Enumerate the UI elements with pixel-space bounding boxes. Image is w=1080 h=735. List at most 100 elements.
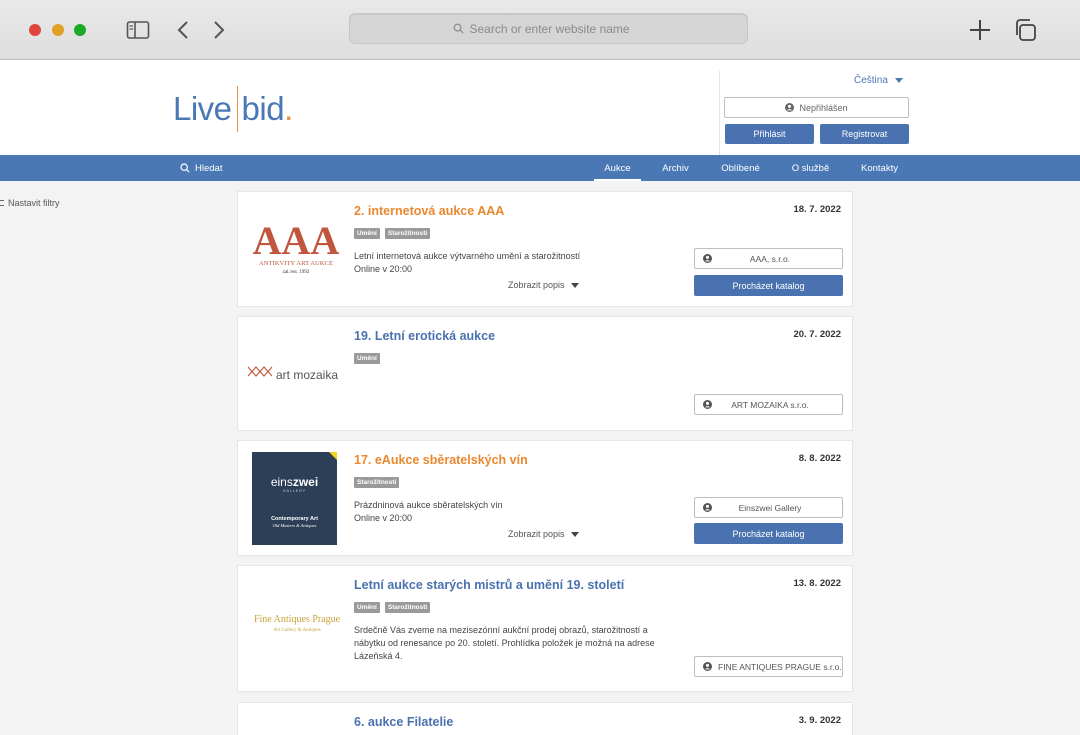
tag-list: Starožitnosti bbox=[354, 477, 400, 488]
register-button[interactable]: Registrovat bbox=[820, 124, 909, 144]
organizer-link[interactable]: FINE ANTIQUES PRAGUE s.r.o. bbox=[694, 656, 843, 677]
fine-antiques-prague-logo: Fine Antiques Prague Art Gallery & Antiq… bbox=[254, 614, 341, 633]
organizer-name: ART MOZAIKA s.r.o. bbox=[731, 399, 809, 410]
nav-item-oblibene[interactable]: Oblíbené bbox=[713, 155, 768, 181]
address-input[interactable] bbox=[469, 21, 645, 36]
organizer-name: AAA, s.r.o. bbox=[749, 253, 791, 264]
description-line: Prázdninová aukce sběratelských vín bbox=[354, 500, 503, 510]
browse-catalog-button[interactable]: Procházet katalog bbox=[694, 523, 843, 544]
tag[interactable]: Starožitnosti bbox=[354, 477, 400, 488]
nav-item-archiv[interactable]: Archiv bbox=[652, 155, 699, 181]
site-header: Live bid. Čeština Nepřihlášen Přihlásit … bbox=[0, 61, 1080, 155]
svg-text:Contemporary Art: Contemporary Art bbox=[271, 516, 318, 522]
logo-live: Live bbox=[173, 90, 232, 127]
svg-text:Art Gallery & Antiques: Art Gallery & Antiques bbox=[273, 628, 320, 633]
search-icon bbox=[180, 163, 190, 173]
art-mozaika-logo: art mozaika bbox=[247, 366, 338, 382]
svg-text:einszwei: einszwei bbox=[271, 475, 318, 489]
user-status-field[interactable]: Nepřihlášen bbox=[724, 97, 909, 118]
svg-text:GALLERY: GALLERY bbox=[283, 489, 306, 493]
description-line: nábytku od renesance po 20. století. Pro… bbox=[354, 638, 655, 648]
caret-down-icon bbox=[570, 282, 579, 288]
tag-list: Umění Starožitnosti bbox=[354, 228, 431, 239]
search-icon bbox=[453, 23, 464, 34]
auction-title[interactable]: 2. internetová aukce AAA bbox=[354, 204, 504, 218]
nav-search-label: Hledat bbox=[195, 162, 223, 174]
login-button[interactable]: Přihlásit bbox=[725, 124, 814, 144]
minimize-window-button[interactable] bbox=[52, 24, 64, 36]
header-divider bbox=[719, 71, 720, 155]
language-label: Čeština bbox=[854, 75, 888, 86]
auction-date: 3. 9. 2022 bbox=[798, 715, 841, 726]
description-line: Online v 20:00 bbox=[354, 513, 413, 523]
organizer-link[interactable]: AAA, s.r.o. bbox=[694, 248, 843, 269]
svg-text:ANTIKVITY ART AUKCE: ANTIKVITY ART AUKCE bbox=[259, 260, 333, 267]
auction-date: 8. 8. 2022 bbox=[798, 453, 841, 464]
close-window-button[interactable] bbox=[29, 24, 41, 36]
set-filters-toggle[interactable]: Nastavit filtry bbox=[0, 198, 60, 208]
tag-list: Umění bbox=[354, 353, 380, 364]
new-tab-icon[interactable] bbox=[968, 18, 992, 42]
user-icon bbox=[703, 400, 712, 409]
tag[interactable]: Umění bbox=[354, 228, 380, 239]
description-line: Letní internetová aukce výtvarného umění… bbox=[354, 251, 581, 261]
show-description-toggle[interactable]: Zobrazit popis bbox=[508, 529, 579, 539]
description-line: Srdečně Vás zveme na mezisezónní aukční … bbox=[354, 625, 648, 635]
organizer-name: FINE ANTIQUES PRAGUE s.r.o. bbox=[718, 661, 842, 672]
address-bar[interactable] bbox=[349, 13, 748, 44]
organizer-link[interactable]: ART MOZAIKA s.r.o. bbox=[694, 394, 843, 415]
auction-card: art mozaika 19. Letní erotická aukce 20.… bbox=[237, 316, 853, 431]
logo-dot: . bbox=[284, 90, 293, 127]
nav-item-o-sluzbe[interactable]: O službě bbox=[783, 155, 838, 181]
svg-text:Old Masters & Antiques: Old Masters & Antiques bbox=[273, 523, 317, 528]
caret-down-icon bbox=[570, 531, 579, 537]
nav-item-aukce[interactable]: Aukce bbox=[594, 155, 641, 181]
caret-down-icon bbox=[894, 78, 903, 83]
user-status-label: Nepřihlášen bbox=[799, 102, 848, 113]
tag[interactable]: Umění bbox=[354, 353, 380, 364]
browse-catalog-button[interactable]: Procházet katalog bbox=[694, 275, 843, 296]
maximize-window-button[interactable] bbox=[74, 24, 86, 36]
tag[interactable]: Umění bbox=[354, 602, 380, 613]
nav-search[interactable]: Hledat bbox=[180, 155, 222, 181]
tab-overview-icon[interactable] bbox=[1013, 18, 1037, 42]
nav-item-kontakty[interactable]: Kontakty bbox=[852, 155, 907, 181]
auction-title[interactable]: 17. eAukce sběratelských vín bbox=[354, 453, 528, 467]
auction-date: 20. 7. 2022 bbox=[793, 329, 841, 340]
set-filters-label: Nastavit filtry bbox=[8, 198, 60, 208]
user-icon bbox=[703, 503, 712, 512]
logo-bid: bid bbox=[241, 90, 285, 127]
description-line: Online v 20:00 bbox=[354, 264, 413, 274]
auction-description: Prázdninová aukce sběratelských vín Onli… bbox=[354, 499, 503, 525]
user-icon bbox=[703, 662, 712, 671]
user-icon bbox=[785, 103, 795, 112]
user-icon bbox=[703, 254, 712, 263]
auction-card: 6. aukce Filatelie 3. 9. 2022 bbox=[237, 702, 853, 735]
svg-text:art mozaika: art mozaika bbox=[276, 368, 338, 382]
auction-card: einszwei GALLERY Contemporary Art Old Ma… bbox=[237, 440, 853, 556]
auction-date: 18. 7. 2022 bbox=[793, 204, 841, 215]
organizer-link[interactable]: Einszwei Gallery bbox=[694, 497, 843, 518]
livebid-logo[interactable]: Live bid. bbox=[173, 85, 293, 133]
svg-text:zal./est. 1992: zal./est. 1992 bbox=[283, 270, 310, 275]
show-description-toggle[interactable]: Zobrazit popis bbox=[508, 280, 579, 290]
main-nav: Hledat Aukce Archiv Oblíbené O službě Ko… bbox=[0, 155, 1080, 181]
sidebar-toggle-icon[interactable] bbox=[126, 18, 150, 42]
forward-arrow-icon[interactable] bbox=[206, 18, 230, 42]
tag[interactable]: Starožitnosti bbox=[384, 228, 431, 239]
auction-description: Srdečně Vás zveme na mezisezónní aukční … bbox=[354, 624, 684, 663]
auction-title[interactable]: Letní aukce starých mistrů a umění 19. s… bbox=[354, 578, 624, 592]
show-description-label: Zobrazit popis bbox=[508, 280, 565, 290]
auction-title[interactable]: 6. aukce Filatelie bbox=[354, 715, 453, 729]
tag[interactable]: Starožitnosti bbox=[384, 602, 431, 613]
svg-text:Fine Antiques Prague: Fine Antiques Prague bbox=[254, 614, 341, 625]
auction-date: 13. 8. 2022 bbox=[793, 578, 841, 589]
auction-title[interactable]: 19. Letní erotická aukce bbox=[354, 329, 495, 343]
show-description-label: Zobrazit popis bbox=[508, 529, 565, 539]
filter-icon bbox=[0, 200, 4, 206]
auction-list-area: Nastavit filtry AAA ANTIKVITY ART AUKCE … bbox=[0, 181, 1080, 735]
tag-list: Umění Starožitnosti bbox=[354, 602, 431, 613]
back-arrow-icon[interactable] bbox=[172, 18, 196, 42]
language-selector[interactable]: Čeština bbox=[854, 75, 903, 86]
einszwei-gallery-logo: einszwei GALLERY Contemporary Art Old Ma… bbox=[252, 452, 337, 545]
